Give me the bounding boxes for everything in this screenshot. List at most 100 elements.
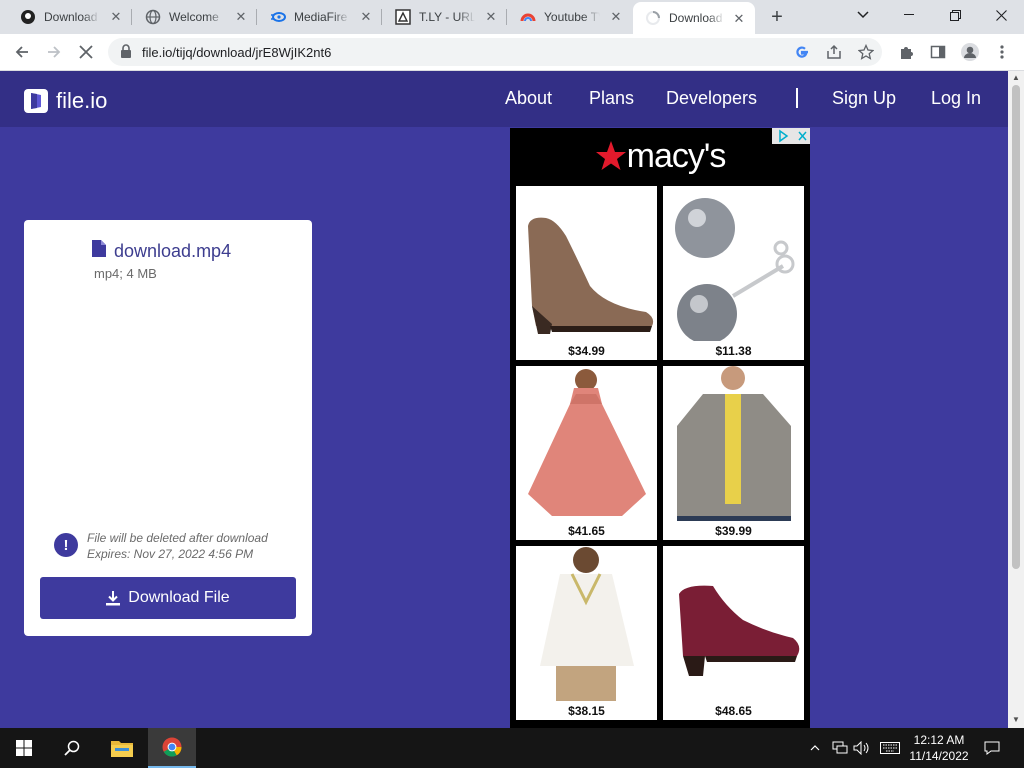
- loading-spinner-icon: [645, 10, 661, 26]
- tab-title: T.LY - URL: [419, 10, 475, 24]
- macys-brand[interactable]: macy's: [510, 128, 810, 184]
- file-meta: mp4; 4 MB: [94, 266, 157, 281]
- download-button-label: Download File: [128, 589, 230, 606]
- notice-delete-text: File will be deleted after download: [87, 531, 268, 545]
- tab-tly[interactable]: T.LY - URL ✕: [383, 0, 507, 34]
- google-icon[interactable]: [788, 38, 816, 66]
- stop-loading-icon[interactable]: [72, 38, 100, 66]
- scroll-up-icon[interactable]: ▲: [1012, 74, 1020, 82]
- share-icon[interactable]: [820, 38, 848, 66]
- ad-product-tile[interactable]: $34.99: [516, 186, 657, 360]
- tray-chevron-icon[interactable]: [806, 740, 824, 756]
- side-panel-icon[interactable]: [924, 38, 952, 66]
- close-window-icon[interactable]: [978, 0, 1024, 30]
- close-tab-icon[interactable]: ✕: [731, 11, 747, 27]
- globe-icon: [145, 9, 161, 25]
- close-tab-icon[interactable]: ✕: [108, 9, 124, 25]
- tab-download-1[interactable]: Download ✕: [8, 0, 132, 34]
- site-logo[interactable]: file.io: [24, 88, 107, 114]
- chrome-menu-icon[interactable]: [988, 38, 1016, 66]
- browser-toolbar: file.io/tijq/download/jrE8WjIK2nt6: [0, 34, 1024, 71]
- product-price: $41.65: [568, 524, 605, 538]
- close-tab-icon[interactable]: ✕: [233, 9, 249, 25]
- tab-title: MediaFire: [294, 10, 348, 24]
- download-file-button[interactable]: Download File: [40, 577, 296, 619]
- notifications-icon[interactable]: [980, 740, 1004, 756]
- download-icon: [106, 590, 121, 606]
- exclamation-icon: !: [54, 533, 78, 557]
- nav-plans[interactable]: Plans: [589, 88, 634, 109]
- ad-product-tile[interactable]: $11.38: [663, 186, 804, 360]
- macys-ad[interactable]: macy's $34.99 $11.38 $41.65 $39.99 $38.1…: [510, 128, 810, 728]
- burgundy-bootie-image: [679, 585, 800, 676]
- file-name-row: download.mp4: [92, 240, 231, 262]
- notice-expiry-text: Expires: Nov 27, 2022 4:56 PM: [87, 547, 254, 561]
- ad-product-tile[interactable]: $38.15: [516, 546, 657, 720]
- product-price: $11.38: [715, 344, 752, 358]
- ad-product-tile[interactable]: $48.65: [663, 546, 804, 720]
- clock-date: 11/14/2022: [909, 749, 969, 763]
- close-tab-icon[interactable]: ✕: [483, 9, 499, 25]
- file-io-logo-icon: [24, 89, 48, 113]
- bookmark-star-icon[interactable]: [852, 38, 880, 66]
- macys-star-icon: [595, 141, 626, 170]
- mediafire-icon: [270, 9, 286, 25]
- page-scrollbar[interactable]: ▲ ▼: [1008, 71, 1024, 728]
- network-icon[interactable]: [830, 740, 850, 756]
- address-bar[interactable]: file.io/tijq/download/jrE8WjIK2nt6: [108, 38, 882, 66]
- quilted-jacket-image: [677, 366, 791, 521]
- search-icon[interactable]: [48, 728, 96, 768]
- back-icon[interactable]: [8, 38, 36, 66]
- address-url: file.io/tijq/download/jrE8WjIK2nt6: [142, 45, 332, 60]
- extensions-puzzle-icon[interactable]: [892, 38, 920, 66]
- profile-avatar-icon[interactable]: [956, 38, 984, 66]
- lock-icon[interactable]: [120, 44, 132, 64]
- site-header: file.io About Plans Developers Sign Up L…: [0, 71, 1008, 127]
- adchoices-icon[interactable]: [772, 128, 810, 144]
- new-tab-button[interactable]: +: [764, 5, 790, 29]
- scroll-down-icon[interactable]: ▼: [1012, 716, 1020, 724]
- nav-divider: [796, 88, 798, 108]
- nav-about[interactable]: About: [505, 88, 552, 109]
- tab-mediafire[interactable]: MediaFire ✕: [258, 0, 382, 34]
- tab-title: Youtube TV: [544, 10, 600, 24]
- macys-wordmark: macy's: [626, 136, 727, 175]
- product-price: $38.15: [568, 704, 605, 718]
- ad-product-tile[interactable]: $41.65: [516, 366, 657, 540]
- keyboard-icon[interactable]: [878, 740, 902, 756]
- pink-sweater-image: [528, 369, 646, 516]
- file-explorer-icon[interactable]: [98, 728, 146, 768]
- nav-sign-up[interactable]: Sign Up: [832, 88, 896, 109]
- tly-icon: [395, 9, 411, 25]
- windows-taskbar: 12:12 AM 11/14/2022: [0, 728, 1024, 768]
- close-tab-icon[interactable]: ✕: [608, 9, 624, 25]
- close-tab-icon[interactable]: ✕: [358, 9, 374, 25]
- page-viewport: file.io About Plans Developers Sign Up L…: [0, 71, 1008, 728]
- nav-developers[interactable]: Developers: [666, 88, 757, 109]
- tab-download-active[interactable]: Download ✕: [633, 2, 755, 34]
- scrollbar-thumb[interactable]: [1012, 85, 1020, 569]
- product-price: $48.65: [715, 704, 752, 718]
- logo-text: file.io: [56, 88, 108, 113]
- download-card: download.mp4 mp4; 4 MB ! File will be de…: [24, 220, 312, 636]
- restore-icon[interactable]: [932, 0, 978, 30]
- chrome-taskbar-icon[interactable]: [148, 728, 196, 768]
- minimize-icon[interactable]: [886, 0, 932, 30]
- product-price: $39.99: [715, 524, 752, 538]
- ankle-boot-image: [528, 217, 654, 334]
- volume-icon[interactable]: [852, 740, 872, 756]
- forward-icon[interactable]: [40, 38, 68, 66]
- nav-log-in[interactable]: Log In: [931, 88, 981, 109]
- taskbar-clock[interactable]: 12:12 AM 11/14/2022: [904, 732, 974, 764]
- windows-start-icon[interactable]: [0, 728, 48, 768]
- browser-tab-strip: Download ✕ Welcome ✕ MediaFire ✕ T.LY - …: [0, 0, 1024, 34]
- tab-title: Download: [44, 10, 98, 24]
- deletion-notice: ! File will be deleted after download Ex…: [54, 530, 268, 562]
- white-tunic-image: [540, 547, 634, 701]
- tab-title: Welcome: [169, 10, 219, 24]
- ad-product-tile[interactable]: $39.99: [663, 366, 804, 540]
- tab-youtube-tv[interactable]: Youtube TV ✕: [508, 0, 632, 34]
- tab-search-chevron-icon[interactable]: [840, 0, 886, 30]
- tab-welcome[interactable]: Welcome ✕: [133, 0, 257, 34]
- clock-time: 12:12 AM: [913, 733, 965, 747]
